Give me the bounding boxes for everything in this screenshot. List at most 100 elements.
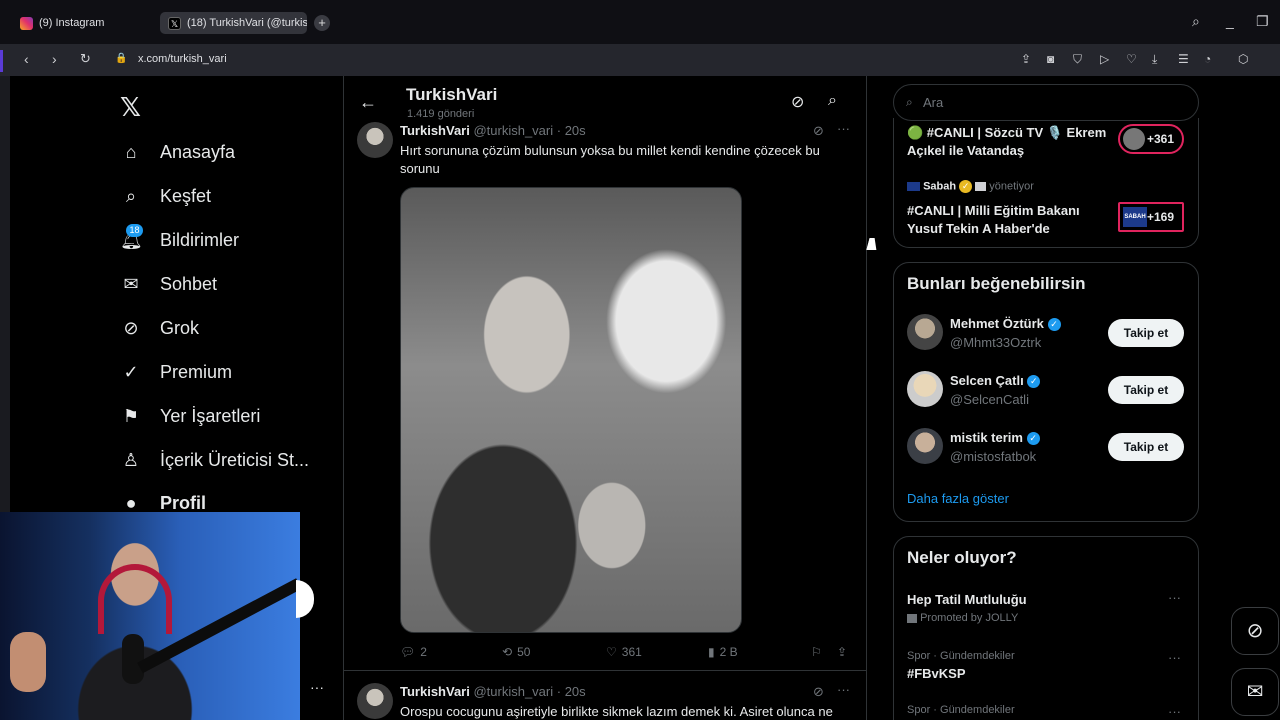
- tab-label: (9) Instagram: [39, 17, 105, 29]
- retweet-icon: ⟲: [502, 645, 513, 659]
- post-count: 1.419 gönderi: [407, 108, 475, 120]
- live-listeners-pill[interactable]: SABAH +169: [1118, 202, 1184, 232]
- more-icon[interactable]: ···: [1168, 704, 1181, 719]
- follow-button[interactable]: Takip et: [1108, 319, 1184, 347]
- follow-button[interactable]: Takip et: [1108, 376, 1184, 404]
- retweet-button[interactable]: ⟲ 50: [502, 645, 530, 659]
- user-name[interactable]: Selcen Çatlı ✓: [950, 373, 1041, 389]
- search-box[interactable]: ⌕ Ara: [893, 84, 1199, 121]
- retweet-count: 50: [517, 645, 531, 659]
- bookmark-icon: ⚐: [811, 645, 822, 659]
- tweet-time: · 20s: [556, 684, 586, 699]
- author-name: TurkishVari: [400, 123, 470, 138]
- hidden-overlay-shape: [296, 580, 314, 618]
- tab-turkishvari[interactable]: 𝕏 (18) TurkishVari (@turkish: [160, 12, 307, 34]
- search-icon[interactable]: ⌕: [828, 92, 837, 110]
- like-button[interactable]: ♡ 361: [606, 645, 642, 659]
- nav-label: Grok: [160, 317, 200, 338]
- maximize-icon[interactable]: ❐: [1256, 13, 1269, 30]
- user-name-text: mistik terim: [950, 430, 1023, 445]
- live-title[interactable]: #CANLI | Milli Eğitim Bakanı Yusuf Tekin…: [907, 202, 1117, 238]
- menu-icon[interactable]: ☰: [1178, 52, 1189, 66]
- grok-icon: ⊘: [123, 318, 139, 338]
- tweet-author[interactable]: TurkishVari @turkish_vari · 20s: [400, 684, 586, 699]
- grok-fab-icon[interactable]: ⊘: [1231, 607, 1279, 655]
- tab-instagram[interactable]: (9) Instagram: [12, 12, 156, 34]
- avatar[interactable]: [907, 428, 943, 464]
- follow-button[interactable]: Takip et: [1108, 433, 1184, 461]
- x-logo-icon[interactable]: 𝕏: [120, 92, 141, 123]
- trend-meta: Spor · Gündemdekiler: [907, 704, 1015, 716]
- trend-meta: Spor · Gündemdekiler: [907, 650, 1015, 662]
- reply-button[interactable]: 💬︎ 2: [400, 645, 427, 659]
- verified-icon: ✓: [1027, 375, 1041, 389]
- play-icon[interactable]: ▷: [1100, 52, 1109, 66]
- share-icon[interactable]: ⇪: [1021, 52, 1031, 66]
- avatar[interactable]: [907, 314, 943, 350]
- live-title[interactable]: 🟢 #CANLI | Sözcü TV 🎙️ Ekrem Açıkel ile …: [907, 124, 1117, 160]
- heart-icon[interactable]: ♡: [1126, 52, 1137, 66]
- nav-bookmarks[interactable]: ⚑ Yer İşaretleri: [120, 402, 260, 430]
- trend-name[interactable]: #FBvKSP: [907, 666, 966, 681]
- back-icon[interactable]: ‹: [24, 51, 29, 67]
- minimize-icon[interactable]: _: [1226, 13, 1234, 29]
- camera-icon[interactable]: ◙: [1047, 52, 1054, 66]
- tweet-author[interactable]: TurkishVari @turkish_vari · 20s: [400, 123, 586, 138]
- search-icon: ⌕: [125, 186, 137, 206]
- tweet-image[interactable]: [400, 187, 742, 633]
- more-icon[interactable]: ···: [1168, 650, 1181, 665]
- bookmark-button[interactable]: ⚐: [811, 645, 822, 659]
- nav-label: Profil: [160, 492, 207, 513]
- search-placeholder: Ara: [923, 95, 944, 110]
- nav-label: Bildirimler: [160, 229, 240, 250]
- divider: [344, 670, 866, 671]
- extension-icon[interactable]: ⬡: [1238, 52, 1248, 66]
- more-icon[interactable]: ···: [1168, 590, 1181, 605]
- new-tab-button[interactable]: +: [314, 15, 330, 31]
- avatar[interactable]: [357, 122, 393, 158]
- user-name[interactable]: mistik terim ✓: [950, 430, 1040, 446]
- live-listeners-pill[interactable]: +361: [1118, 124, 1184, 154]
- search-icon: ⌕: [906, 95, 913, 109]
- trend-promo: Promoted by JOLLY: [907, 612, 1018, 624]
- more-icon[interactable]: ···: [310, 679, 324, 695]
- nav-explore[interactable]: ⌕ Keşfet: [120, 182, 211, 210]
- section-title: Neler oluyor?: [907, 548, 1017, 567]
- nav-messages[interactable]: ✉ Sohbet: [120, 270, 217, 298]
- messages-fab-icon[interactable]: ✉: [1231, 668, 1279, 716]
- more-icon[interactable]: ···: [837, 682, 850, 697]
- share-button[interactable]: ⇪: [837, 645, 847, 659]
- avatar: [1123, 128, 1145, 150]
- forward-icon[interactable]: ›: [52, 51, 57, 67]
- premium-icon: ✓: [123, 362, 139, 382]
- show-more-link[interactable]: Daha fazla göster: [907, 491, 1009, 506]
- download-icon[interactable]: ⤓: [1152, 52, 1157, 67]
- trend-name[interactable]: Hep Tatil Mutluluğu: [907, 592, 1027, 607]
- nav-creator-studio[interactable]: ♙ İçerik Üreticisi St...: [120, 446, 309, 474]
- share-icon: ⇪: [837, 645, 848, 659]
- mouse-cursor-icon: [866, 238, 880, 250]
- verified-icon: ✓: [1047, 318, 1061, 332]
- url-field[interactable]: x.com/turkish_vari: [138, 53, 227, 65]
- views-button[interactable]: ▮ 2 B: [708, 645, 738, 659]
- avatar[interactable]: [357, 683, 393, 719]
- x-favicon-icon: 𝕏: [168, 16, 181, 30]
- account-icon[interactable]: ◔: [1204, 52, 1211, 66]
- listener-count: +361: [1146, 132, 1174, 146]
- nav-grok[interactable]: ⊘ Grok: [120, 314, 199, 342]
- nav-label: Yer İşaretleri: [160, 405, 261, 426]
- author-name: TurkishVari: [400, 684, 470, 699]
- user-name[interactable]: Mehmet Öztürk ✓: [950, 316, 1061, 332]
- grok-icon[interactable]: ⊘: [813, 123, 824, 139]
- avatar[interactable]: [907, 371, 943, 407]
- nav-premium[interactable]: ✓ Premium: [120, 358, 232, 386]
- reload-icon[interactable]: ↻: [80, 51, 91, 67]
- shield-icon[interactable]: ⛉: [1073, 52, 1082, 67]
- nav-home[interactable]: ⌂ Anasayfa: [120, 138, 236, 166]
- back-arrow-icon[interactable]: ←: [359, 92, 377, 113]
- browser-search-icon[interactable]: ⌕: [1192, 13, 1200, 30]
- grok-icon[interactable]: ⊘: [791, 92, 804, 112]
- grok-icon[interactable]: ⊘: [813, 684, 824, 700]
- more-icon[interactable]: ···: [837, 121, 850, 136]
- like-count: 361: [621, 645, 642, 659]
